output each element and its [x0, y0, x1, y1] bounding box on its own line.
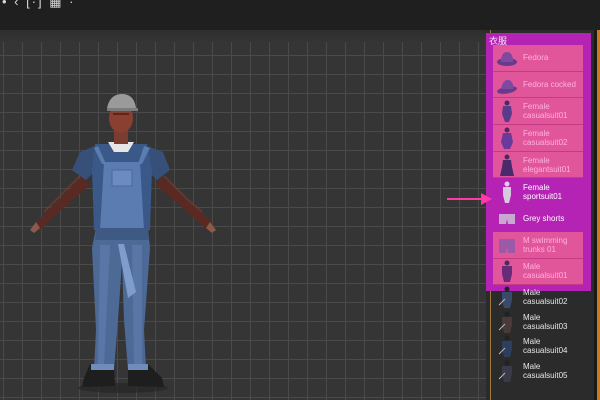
- item-label: Male casualsuit03: [523, 312, 568, 331]
- list-item-male-casualsuit03[interactable]: Male casualsuit03: [493, 310, 583, 335]
- female-elegantsuit01-thumbnail-icon: [500, 154, 514, 176]
- human-model[interactable]: [0, 30, 486, 400]
- item-label: Female elegantsuit01: [523, 155, 571, 174]
- female-sportsuit01-thumbnail-icon: [503, 181, 511, 203]
- fedora-thumbnail-icon: [497, 51, 517, 66]
- list-item-fedora-cocked[interactable]: Fedora cocked: [493, 71, 583, 99]
- top-toolbar: • ‹ [·] ▦ ·: [0, 0, 600, 31]
- item-label: Fedora cocked: [523, 80, 576, 90]
- swimming-trunks-thumbnail-icon: [499, 238, 515, 253]
- list-item-female-elegantsuit01[interactable]: Female elegantsuit01: [493, 151, 583, 179]
- female-casualsuit02-thumbnail-icon: [501, 127, 513, 149]
- item-label: Male casualsuit01: [523, 262, 568, 281]
- list-item-male-casualsuit01[interactable]: Male casualsuit01: [493, 258, 583, 286]
- list-item-grey-shorts[interactable]: Grey shorts: [493, 205, 583, 232]
- clothing-list: Fedora Fedora cocked Female casualsuit01…: [493, 45, 583, 383]
- item-label: Male casualsuit02: [523, 288, 568, 307]
- male-casualsuit02-thumbnail-icon: [498, 286, 512, 309]
- male-casualsuit03-thumbnail-icon: [498, 311, 512, 333]
- item-label: Female sportsuit01: [523, 182, 563, 201]
- item-label: Grey shorts: [523, 213, 565, 223]
- male-casualsuit01-thumbnail-icon: [502, 260, 512, 283]
- grey-shorts-thumbnail-icon: [499, 214, 515, 225]
- item-label: M swimming trunks 01: [523, 235, 568, 254]
- item-label: Male casualsuit05: [523, 361, 568, 380]
- list-item-male-casualsuit05[interactable]: Male casualsuit05: [493, 359, 583, 384]
- female-casualsuit01-thumbnail-icon: [502, 100, 512, 123]
- item-label: Female casualsuit01: [523, 102, 568, 121]
- fedora-cocked-thumbnail-icon: [497, 79, 517, 94]
- annotation-arrow-icon: [447, 193, 492, 205]
- list-item-male-casualsuit04[interactable]: Male casualsuit04: [493, 334, 583, 359]
- list-item-female-sportsuit01[interactable]: Female sportsuit01: [493, 178, 583, 205]
- list-item-female-casualsuit01[interactable]: Female casualsuit01: [493, 98, 583, 126]
- item-label: Female casualsuit02: [523, 128, 568, 147]
- 3d-viewport[interactable]: [0, 30, 486, 400]
- male-casualsuit05-thumbnail-icon: [498, 360, 512, 382]
- toolbar-icons[interactable]: • ‹ [·] ▦ ·: [2, 0, 76, 10]
- list-item-m-swimming-trunks-01[interactable]: M swimming trunks 01: [493, 231, 583, 259]
- male-casualsuit04-thumbnail-icon: [498, 335, 512, 358]
- list-item-fedora[interactable]: Fedora: [493, 45, 583, 72]
- list-item-male-casualsuit02[interactable]: Male casualsuit02: [493, 285, 583, 310]
- item-label: Male casualsuit04: [523, 337, 568, 356]
- item-label: Fedora: [523, 53, 549, 63]
- list-item-female-casualsuit02[interactable]: Female casualsuit02: [493, 125, 583, 152]
